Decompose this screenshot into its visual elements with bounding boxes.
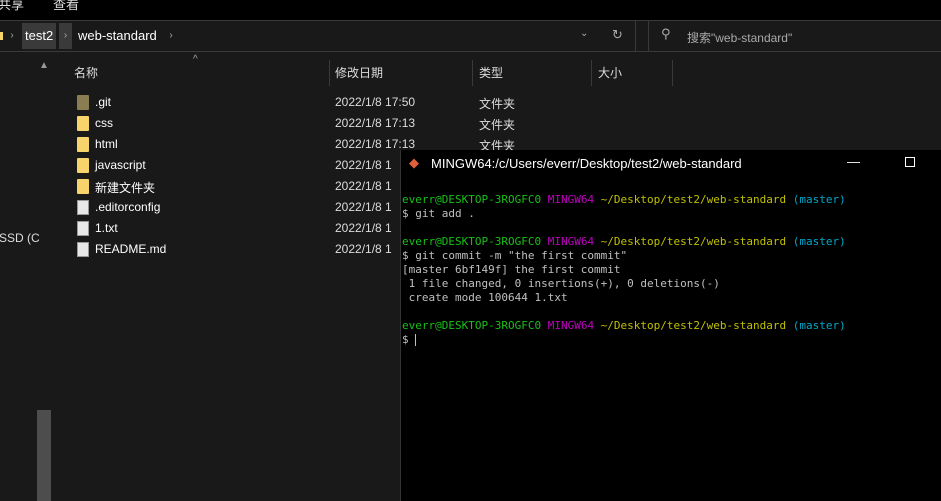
- terminal-line: $ git add .: [402, 207, 475, 220]
- column-size[interactable]: 大小: [598, 64, 622, 81]
- column-divider[interactable]: [591, 60, 592, 86]
- file-date: 2022/1/8 1: [335, 158, 392, 172]
- terminal-output[interactable]: everr@DESKTOP-3ROGFC0 MINGW64 ~/Desktop/…: [402, 193, 846, 347]
- column-type[interactable]: 类型: [479, 64, 503, 81]
- refresh-icon[interactable]: ↻: [612, 27, 623, 43]
- prompt-user: everr@DESKTOP-3ROGFC0: [402, 235, 542, 248]
- folder-icon: [77, 116, 89, 131]
- file-type: 文件夹: [479, 97, 516, 111]
- markdown-file-icon: [77, 242, 89, 257]
- terminal-line: $: [402, 333, 416, 346]
- column-date[interactable]: 修改日期: [335, 64, 383, 81]
- menu-view[interactable]: 查看: [53, 0, 79, 13]
- chevron-down-icon[interactable]: ⌄: [580, 28, 588, 39]
- file-name: .editorconfig: [95, 200, 161, 214]
- terminal-line: [master 6bf149f] the first commit: [402, 263, 621, 276]
- file-date: 2022/1/8 1: [335, 242, 392, 256]
- column-divider[interactable]: [672, 60, 673, 86]
- scrollbar-thumb[interactable]: [37, 410, 51, 501]
- column-divider[interactable]: [329, 60, 330, 86]
- file-date: 2022/1/8 17:13: [335, 137, 416, 151]
- file-date: 2022/1/8 1: [335, 179, 392, 193]
- file-date: 2022/1/8 17:50: [335, 95, 416, 109]
- folder-icon: [0, 32, 3, 40]
- terminal-line: 1 file changed, 0 insertions(+), 0 delet…: [402, 277, 720, 290]
- scroll-up-icon[interactable]: ▲: [39, 60, 49, 71]
- terminal-window[interactable]: ◆ MINGW64:/c/Users/everr/Desktop/test2/w…: [400, 150, 941, 501]
- file-name: .git: [95, 95, 112, 109]
- prompt-branch: (master): [792, 235, 846, 248]
- file-row[interactable]: .git 2022/1/8 17:50 文件夹: [70, 92, 670, 113]
- minimize-button[interactable]: —: [847, 154, 860, 169]
- file-name: README.md: [95, 242, 167, 256]
- folder-icon: [77, 179, 89, 194]
- file-date: 2022/1/8 17:13: [335, 116, 416, 130]
- file-name: 新建文件夹: [95, 181, 156, 195]
- terminal-line: create mode 100644 1.txt: [402, 291, 568, 304]
- address-bar-area: › test2 › web-standard › ⌄ ↻ ⚲ 搜索"web-st…: [0, 20, 941, 52]
- breadcrumb-test2[interactable]: test2: [22, 23, 57, 49]
- folder-git-icon: [77, 95, 89, 110]
- prompt-sys: MINGW64: [547, 235, 595, 248]
- file-name: 1.txt: [95, 221, 118, 235]
- text-cursor: [415, 334, 417, 346]
- chevron-right-icon[interactable]: ›: [165, 23, 177, 49]
- file-type: 文件夹: [479, 118, 516, 132]
- chevron-right-icon[interactable]: ›: [59, 23, 72, 49]
- prompt-branch: (master): [792, 319, 846, 332]
- prompt-branch: (master): [792, 193, 846, 206]
- terminal-title: MINGW64:/c/Users/everr/Desktop/test2/web…: [431, 156, 742, 171]
- config-file-icon: [77, 200, 89, 215]
- nav-drive-c[interactable]: SSD (C: [0, 231, 40, 245]
- prompt-sys: MINGW64: [547, 319, 595, 332]
- prompt-path: ~/Desktop/test2/web-standard: [600, 235, 787, 248]
- chevron-right-icon: ›: [10, 30, 14, 41]
- column-name[interactable]: 名称: [74, 64, 98, 81]
- folder-icon: [77, 137, 89, 152]
- prompt-path: ~/Desktop/test2/web-standard: [600, 319, 787, 332]
- git-bash-icon: ◆: [409, 155, 419, 170]
- prompt-path: ~/Desktop/test2/web-standard: [600, 193, 787, 206]
- menu-bar: 共享 查看: [0, 0, 941, 20]
- search-box[interactable]: ⚲ 搜索"web-standard": [648, 21, 941, 51]
- folder-icon: [77, 158, 89, 173]
- menu-share[interactable]: 共享: [0, 0, 24, 13]
- prompt-user: everr@DESKTOP-3ROGFC0: [402, 193, 542, 206]
- file-name: html: [95, 137, 118, 151]
- file-name: javascript: [95, 158, 146, 172]
- address-bar[interactable]: › test2 › web-standard › ⌄ ↻: [0, 21, 636, 51]
- maximize-button[interactable]: [905, 157, 915, 167]
- prompt-user: everr@DESKTOP-3ROGFC0: [402, 319, 542, 332]
- file-date: 2022/1/8 1: [335, 221, 392, 235]
- file-name: css: [95, 116, 113, 130]
- text-file-icon: [77, 221, 89, 236]
- sort-ascending-icon: ^: [193, 54, 198, 65]
- file-row[interactable]: css 2022/1/8 17:13 文件夹: [70, 113, 670, 134]
- prompt-sys: MINGW64: [547, 193, 595, 206]
- breadcrumb-web-standard[interactable]: web-standard: [78, 23, 157, 49]
- search-icon: ⚲: [661, 26, 671, 41]
- file-date: 2022/1/8 1: [335, 200, 392, 214]
- search-input[interactable]: 搜索"web-standard": [687, 29, 792, 46]
- column-divider[interactable]: [472, 60, 473, 86]
- terminal-line: $ git commit -m "the first commit": [402, 249, 628, 262]
